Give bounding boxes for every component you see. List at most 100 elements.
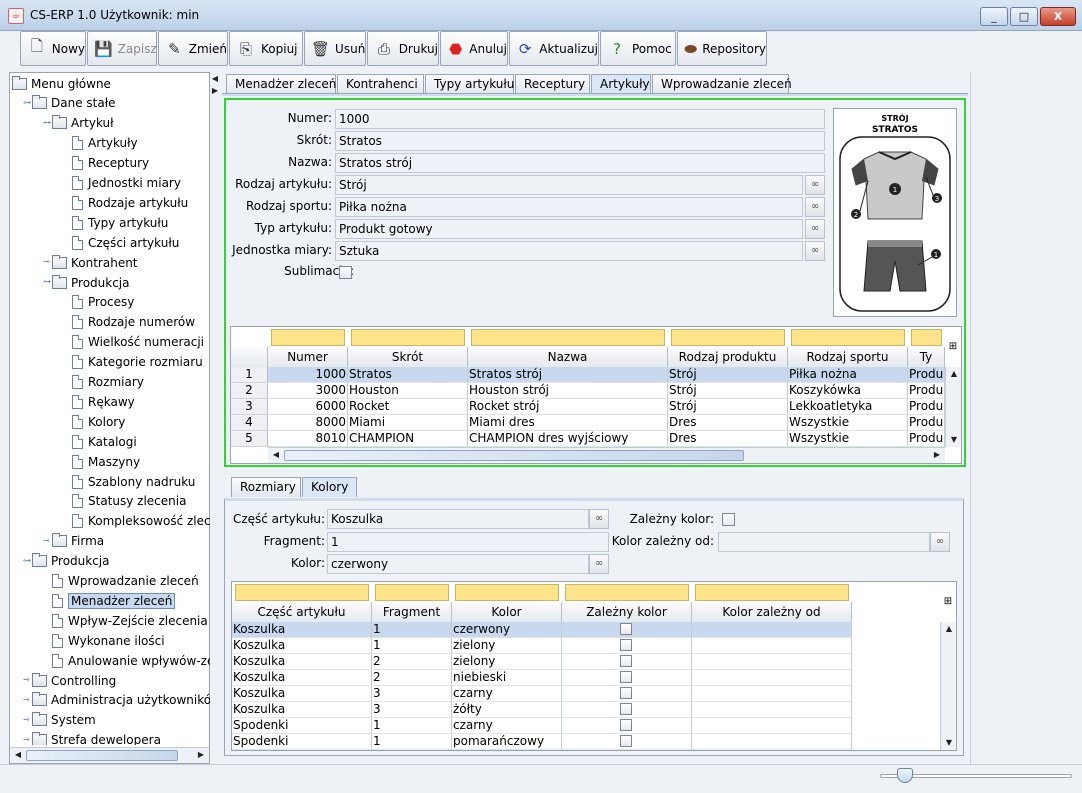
table-cell[interactable]: 3 (372, 686, 452, 702)
table-cell[interactable]: Dres (668, 431, 788, 447)
table-cell[interactable]: Miami dres (468, 415, 668, 431)
tab-receptury[interactable]: Receptury (515, 74, 590, 94)
column-header[interactable]: Numer (268, 347, 348, 367)
maximize-button[interactable]: □ (1010, 7, 1038, 26)
close-window-button[interactable]: X (1040, 7, 1076, 26)
table-cell[interactable] (692, 734, 852, 750)
dependent-color-cell-checkbox[interactable] (620, 639, 632, 651)
table-cell[interactable] (562, 622, 692, 638)
colors-vertical-scrollbar[interactable]: ▲ ▼ (940, 622, 956, 750)
column-filter-input[interactable] (351, 329, 465, 346)
tree-item[interactable]: ⊸ System (23, 711, 96, 730)
tree-item[interactable]: Typy artykułu (72, 213, 168, 232)
zmień-button[interactable]: ✎ Zmień (158, 31, 228, 66)
table-cell[interactable]: 2 (372, 670, 452, 686)
table-cell[interactable]: niebieski (452, 670, 562, 686)
column-header[interactable]: Rodzaj sportu (788, 347, 908, 367)
minimize-button[interactable]: _ (980, 7, 1008, 26)
dependent-color-cell-checkbox[interactable] (620, 703, 632, 715)
column-filter-input[interactable] (235, 584, 369, 601)
anuluj-button[interactable]: ⬣ Anuluj (440, 31, 508, 66)
scroll-up-icon[interactable]: ▲ (942, 622, 956, 636)
tree-item[interactable]: ⊸ Kontrahent (43, 253, 138, 272)
table-cell[interactable]: 1 (372, 622, 452, 638)
zapisz-button[interactable]: 💾 Zapisz (87, 31, 157, 66)
tree-item[interactable]: ⊶ Artykuł (43, 114, 114, 133)
table-cell[interactable]: Produk (908, 431, 945, 447)
table-cell[interactable]: Produk (908, 415, 945, 431)
tab-typy-artykułu[interactable]: Typy artykułu (425, 74, 514, 94)
table-cell[interactable]: Koszulka (232, 702, 372, 718)
drukuj-button[interactable]: ⎙ Drukuj (367, 31, 439, 66)
table-cell[interactable]: 3000 (268, 383, 348, 399)
form-field[interactable]: Stratos (335, 131, 825, 151)
column-header[interactable]: Zależny kolor (562, 602, 692, 622)
dependent-color-cell-checkbox[interactable] (620, 655, 632, 667)
color-lookup-icon[interactable]: ∞ (589, 554, 609, 574)
form-field[interactable]: Stratos strój (335, 153, 825, 173)
binoculars-lookup-icon[interactable]: ∞ (805, 175, 825, 195)
table-cell[interactable]: Koszulka (232, 670, 372, 686)
column-chooser-icon[interactable]: ⊞ (947, 341, 959, 353)
table-cell[interactable]: czerwony (452, 622, 562, 638)
scroll-right-icon[interactable]: ▶ (194, 748, 208, 762)
table-cell[interactable]: Strój (668, 399, 788, 415)
form-field[interactable]: Piłka nożna (335, 197, 803, 217)
column-filter-input[interactable] (791, 329, 905, 346)
table-cell[interactable]: Spodenki (232, 718, 372, 734)
dependent-color-checkbox[interactable] (722, 513, 735, 526)
usuń-button[interactable]: 🗑 Usuń (304, 31, 366, 66)
table-cell[interactable]: 8000 (268, 415, 348, 431)
tab-kontrahenci[interactable]: Kontrahenci (337, 74, 424, 94)
column-header[interactable]: Kolor zależny od (692, 602, 852, 622)
tree-item[interactable]: Rękawy (72, 392, 135, 411)
scroll-up-icon[interactable]: ▲ (947, 367, 961, 381)
table-cell[interactable]: Houston (348, 383, 468, 399)
row-number[interactable]: 5 (231, 431, 268, 447)
table-cell[interactable]: czarny (452, 686, 562, 702)
subtab-kolory[interactable]: Kolory (302, 477, 357, 497)
table-cell[interactable]: Produk (908, 399, 945, 415)
table-cell[interactable]: Piłka nożna (788, 367, 908, 383)
table-cell[interactable]: pomarańczowy (452, 734, 562, 750)
column-header[interactable]: Fragment (372, 602, 452, 622)
table-cell[interactable]: żółty (452, 702, 562, 718)
table-cell[interactable] (562, 718, 692, 734)
column-filter-input[interactable] (911, 329, 942, 346)
table-cell[interactable]: czarny (452, 718, 562, 734)
tree-item[interactable]: Katalogi (72, 432, 137, 451)
expanded-toggle-icon[interactable]: ⊶ (23, 98, 31, 107)
tree-item[interactable]: ⊸ Strefa dewelopera (23, 731, 161, 745)
tree-item[interactable]: ⊸ Administracja użytkowników (23, 691, 210, 710)
tree-item[interactable]: Anulowanie wpływów-zejś (52, 651, 210, 670)
tree-item[interactable]: Wprowadzanie zleceń (52, 572, 199, 591)
table-cell[interactable] (692, 622, 852, 638)
table-cell[interactable]: CHAMPION (348, 431, 468, 447)
tree-item[interactable]: Wpływ-Zejście zlecenia (52, 611, 208, 630)
collapse-right-icon[interactable]: ▶ (208, 84, 222, 98)
articles-horizontal-scrollbar[interactable]: ◀ ▶ (268, 447, 945, 463)
column-filter-input[interactable] (455, 584, 559, 601)
table-cell[interactable] (692, 718, 852, 734)
table-cell[interactable]: Koszulka (232, 638, 372, 654)
scroll-left-icon[interactable]: ◀ (269, 448, 283, 462)
articles-vertical-scrollbar[interactable]: ▲ ▼ (945, 367, 961, 447)
column-chooser-icon[interactable]: ⊞ (942, 596, 954, 608)
tree-item[interactable]: Maszyny (72, 452, 140, 471)
tree-item[interactable]: Artykuły (72, 134, 138, 153)
table-cell[interactable]: Strój (668, 383, 788, 399)
tree-item[interactable]: Menu główne (12, 74, 111, 93)
table-cell[interactable] (692, 638, 852, 654)
table-cell[interactable]: Strój (668, 367, 788, 383)
row-number[interactable]: 1 (231, 367, 268, 383)
dependent-color-cell-checkbox[interactable] (620, 671, 632, 683)
repository-button[interactable]: ⬬ Repository (677, 31, 767, 66)
subtab-rozmiary[interactable]: Rozmiary (231, 477, 301, 497)
tree-item[interactable]: Rodzaje artykułu (72, 193, 188, 212)
table-cell[interactable]: 6000 (268, 399, 348, 415)
table-cell[interactable]: Wszystkie (788, 431, 908, 447)
tree-item[interactable]: Procesy (72, 293, 134, 312)
table-cell[interactable]: Dres (668, 415, 788, 431)
collapsed-toggle-icon[interactable]: ⊸ (43, 536, 51, 545)
tab-wprowadzanie-zleceń[interactable]: Wprowadzanie zleceń (652, 74, 792, 94)
